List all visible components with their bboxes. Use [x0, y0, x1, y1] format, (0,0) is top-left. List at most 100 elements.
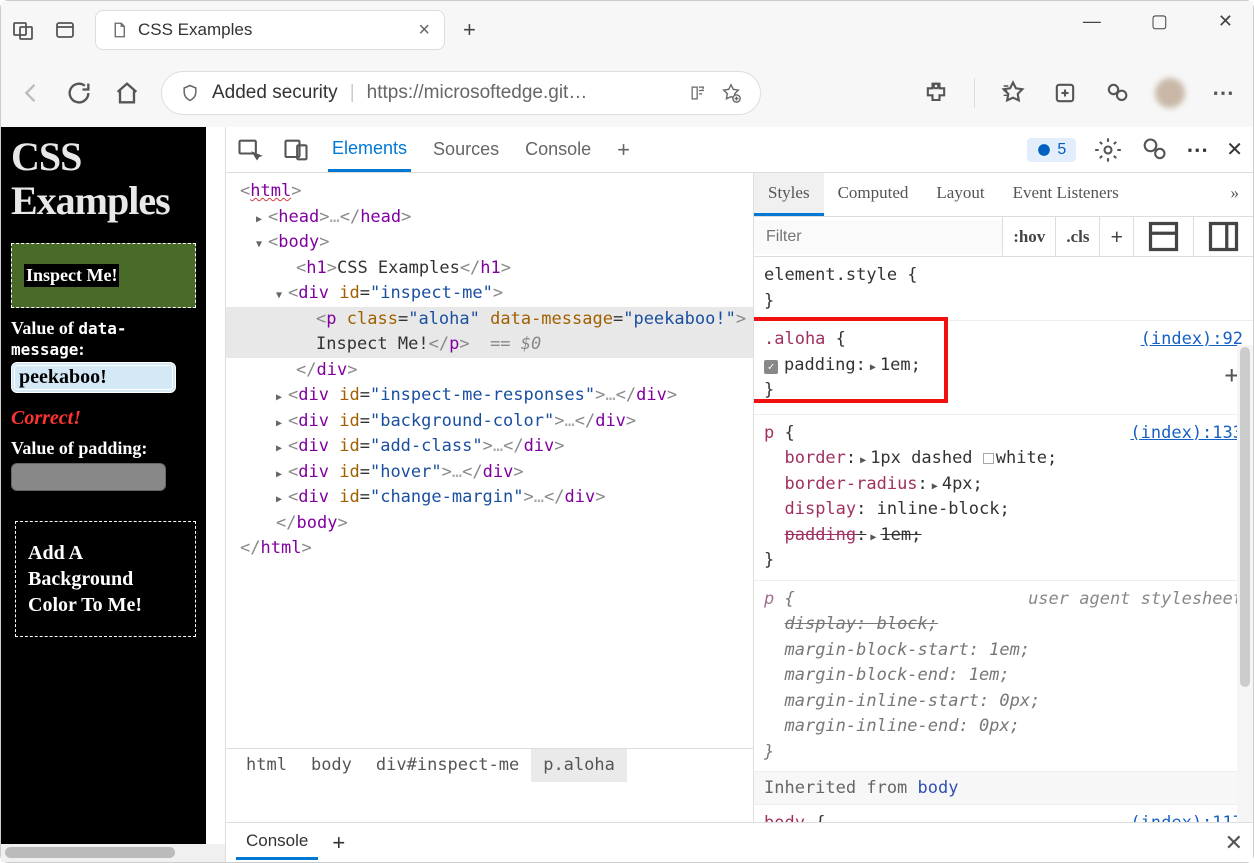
inspect-me-text: Inspect Me!: [24, 264, 119, 287]
content-area: CSS Examples Inspect Me! Value of data-m…: [1, 127, 1253, 862]
browser-tab[interactable]: CSS Examples ×: [95, 10, 445, 50]
padding-input[interactable]: [11, 463, 166, 491]
div3[interactable]: background-color: [380, 411, 544, 431]
data-message-label: Value of data-message:: [11, 318, 196, 360]
browser-essentials-icon[interactable]: [1103, 79, 1131, 107]
favorites-icon[interactable]: [999, 79, 1027, 107]
collections-icon[interactable]: [1051, 79, 1079, 107]
close-devtools-button[interactable]: ✕: [1226, 137, 1243, 162]
add-tab-button[interactable]: +: [613, 127, 634, 173]
computed-styles-icon[interactable]: [1133, 217, 1193, 256]
body-source-link[interactable]: (index):117: [1130, 811, 1243, 822]
crumb-div[interactable]: div#inspect-me: [364, 749, 531, 783]
display-val[interactable]: inline-block: [877, 499, 1000, 519]
data-message-input[interactable]: peekaboo!: [11, 362, 176, 393]
subtab-layout[interactable]: Layout: [922, 173, 998, 216]
settings-icon[interactable]: [1094, 136, 1122, 164]
maximize-button[interactable]: ▢: [1151, 11, 1168, 32]
styles-content[interactable]: element.style {} (index):92 .aloha { ✓pa…: [754, 257, 1253, 822]
profile-avatar[interactable]: [1155, 78, 1185, 108]
minimize-button[interactable]: —: [1083, 11, 1101, 32]
border-val[interactable]: 1px dashed: [870, 448, 972, 468]
feedback-icon[interactable]: [1140, 136, 1168, 164]
div5[interactable]: hover: [380, 462, 431, 482]
radius-val[interactable]: 4px: [942, 474, 973, 494]
border-color[interactable]: white: [996, 448, 1047, 468]
inspect-element-icon[interactable]: [236, 136, 264, 164]
toolbar-icons: ⋯: [922, 78, 1237, 108]
menu-icon[interactable]: ⋯: [1209, 79, 1237, 107]
issues-badge[interactable]: 5: [1027, 138, 1076, 162]
div2[interactable]: inspect-me-responses: [380, 385, 585, 405]
refresh-button[interactable]: [65, 79, 93, 107]
new-rule-button[interactable]: +: [1099, 217, 1133, 256]
device-toolbar-icon[interactable]: [282, 136, 310, 164]
crumb-body[interactable]: body: [299, 749, 364, 783]
inherited-body-link[interactable]: body: [918, 778, 959, 798]
cls-toggle[interactable]: .cls: [1055, 217, 1099, 256]
ua-label: user agent stylesheet: [1028, 587, 1243, 613]
close-window-button[interactable]: ✕: [1218, 11, 1233, 32]
body-sel: body: [764, 813, 805, 822]
element-style-rule[interactable]: element.style {}: [754, 257, 1253, 321]
tab-sources[interactable]: Sources: [429, 129, 503, 170]
aloha-source-link[interactable]: (index):92: [1141, 327, 1243, 353]
page-scrollbar-horizontal[interactable]: [1, 844, 225, 862]
drawer-console-tab[interactable]: Console: [236, 825, 318, 860]
security-label: Added security: [212, 82, 338, 104]
console-drawer: Console + ✕: [226, 822, 1253, 862]
p-rule[interactable]: (index):133 p { border:1px dashed white;…: [754, 415, 1253, 581]
tab-close-icon[interactable]: ×: [418, 19, 430, 42]
subtab-styles[interactable]: Styles: [754, 173, 824, 216]
head-tag[interactable]: head: [278, 207, 319, 227]
more-options-icon[interactable]: ⋯: [1186, 137, 1208, 163]
element-style-sel: element.style: [764, 265, 897, 285]
hov-toggle[interactable]: :hov: [1002, 217, 1055, 256]
add-background-box[interactable]: Add A Background Color To Me!: [15, 521, 196, 637]
devtools-scrollbar[interactable]: [1237, 345, 1253, 822]
border-prop[interactable]: border: [784, 448, 845, 468]
tab-elements[interactable]: Elements: [328, 128, 411, 172]
subtab-computed[interactable]: Computed: [824, 173, 923, 216]
h1-tag[interactable]: h1: [306, 258, 326, 278]
dom-tree-panel[interactable]: <html> <head>…</head> <body> <h1>CSS Exa…: [226, 173, 753, 822]
new-tab-button[interactable]: +: [463, 17, 476, 43]
aloha-rule[interactable]: (index):92 .aloha { ✓padding:1em; + }: [754, 321, 1253, 415]
home-button[interactable]: [113, 79, 141, 107]
highlight-box: [754, 317, 948, 403]
inspect-me-box[interactable]: Inspect Me!: [11, 243, 196, 308]
radius-prop[interactable]: border-radius: [784, 474, 917, 494]
extensions-icon[interactable]: [922, 79, 950, 107]
separator: [974, 78, 975, 108]
body-tag[interactable]: body: [278, 232, 319, 252]
color-swatch[interactable]: [983, 453, 994, 464]
drawer-close-button[interactable]: ✕: [1225, 830, 1243, 856]
p-source-link[interactable]: (index):133: [1130, 421, 1243, 447]
html-tag[interactable]: html: [250, 181, 291, 201]
selected-dom-node[interactable]: ••• <p class="aloha" data-message="peeka…: [226, 307, 753, 333]
styles-filter-input[interactable]: [754, 220, 1002, 254]
display-prop[interactable]: display: [784, 499, 856, 519]
separator: |: [350, 82, 355, 104]
subtab-events[interactable]: Event Listeners: [999, 173, 1133, 216]
div6[interactable]: change-margin: [380, 487, 513, 507]
crumb-p[interactable]: p.aloha: [531, 749, 627, 783]
toggle-sidebar-icon[interactable]: [1193, 217, 1253, 256]
dom-breadcrumb[interactable]: html body div#inspect-me p.aloha: [226, 748, 753, 782]
address-bar[interactable]: Added security | https://microsoftedge.g…: [161, 71, 761, 115]
reader-icon[interactable]: [688, 83, 708, 103]
workspaces-icon[interactable]: [11, 18, 35, 42]
tab-actions-icon[interactable]: [53, 18, 77, 42]
more-tabs-icon[interactable]: »: [1217, 173, 1254, 216]
padding-prop-overridden[interactable]: padding: [784, 525, 856, 545]
body-rule[interactable]: (index):117 body {: [754, 805, 1253, 822]
issues-count: 5: [1057, 141, 1066, 159]
tab-console[interactable]: Console: [521, 129, 595, 170]
div4[interactable]: add-class: [380, 436, 472, 456]
crumb-html[interactable]: html: [234, 749, 299, 783]
correct-label: Correct!: [11, 407, 196, 430]
drawer-add-tab[interactable]: +: [318, 830, 359, 856]
selected-marker: == $0: [490, 334, 541, 354]
favorite-toggle-icon[interactable]: [720, 82, 742, 104]
padding-val-overridden[interactable]: 1em: [880, 525, 911, 545]
